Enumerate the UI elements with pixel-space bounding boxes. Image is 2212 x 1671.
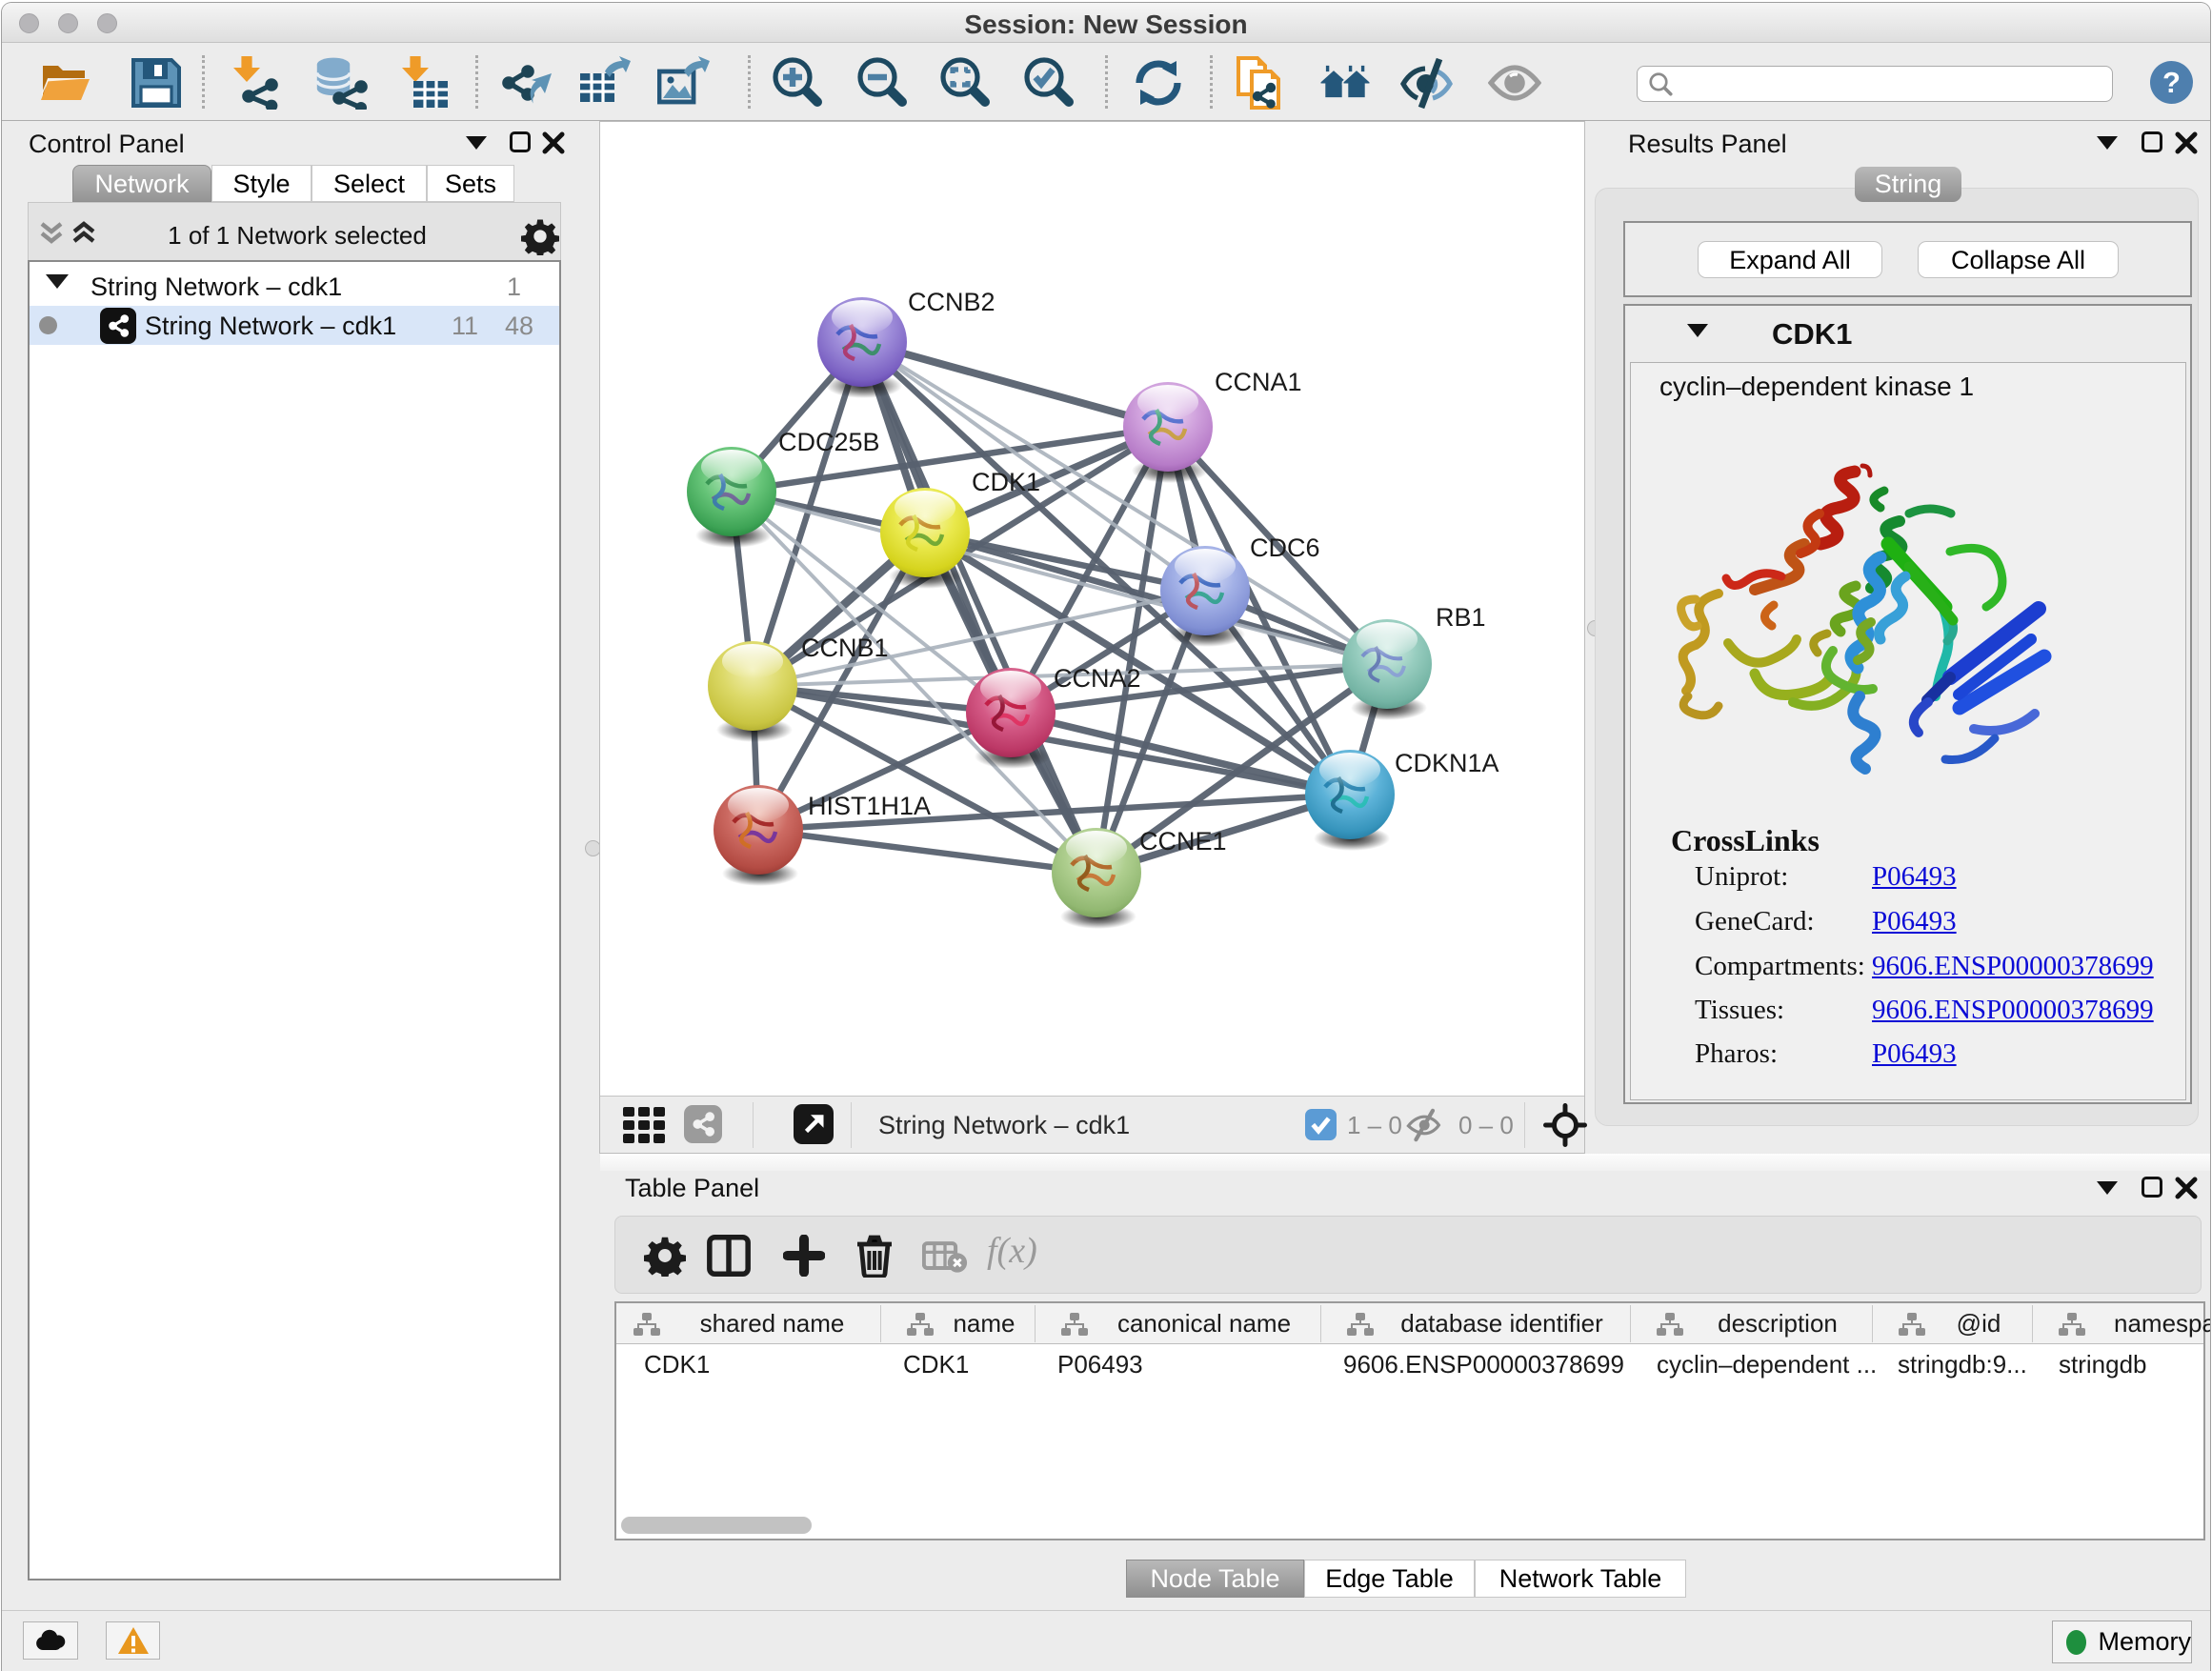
svg-text:CDC25B: CDC25B xyxy=(778,428,880,456)
svg-text:CDC6: CDC6 xyxy=(1250,534,1320,562)
svg-text:RB1: RB1 xyxy=(1436,603,1486,632)
svg-text:CCNB1: CCNB1 xyxy=(801,634,889,662)
svg-text:HIST1H1A: HIST1H1A xyxy=(808,792,931,820)
svg-text:CCNB2: CCNB2 xyxy=(908,288,995,316)
svg-text:CDKN1A: CDKN1A xyxy=(1395,749,1499,777)
svg-text:CCNA1: CCNA1 xyxy=(1215,368,1302,396)
svg-text:CCNA2: CCNA2 xyxy=(1054,664,1141,693)
svg-text:CDK1: CDK1 xyxy=(972,468,1040,496)
svg-text:CCNE1: CCNE1 xyxy=(1139,827,1227,856)
